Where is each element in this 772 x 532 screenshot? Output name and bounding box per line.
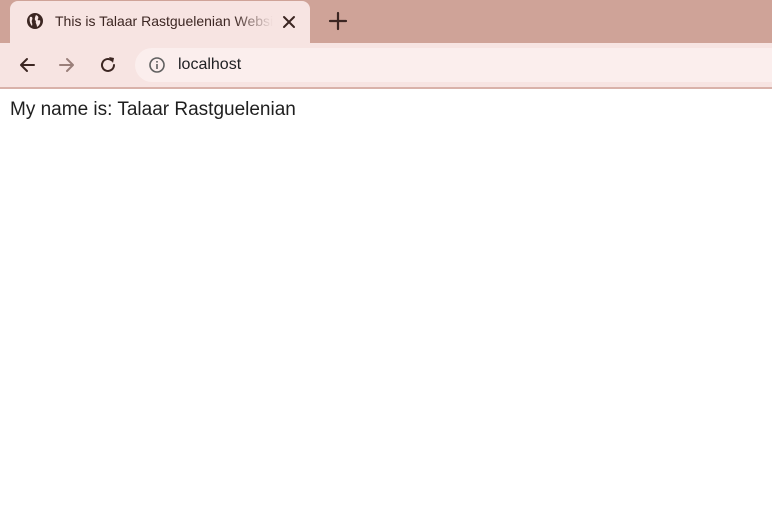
url-text[interactable]: localhost [178, 56, 241, 74]
page-body-text: My name is: Talaar Rastguelenian [10, 99, 296, 120]
plus-icon[interactable] [325, 8, 351, 34]
browser-toolbar: localhost [0, 43, 772, 89]
reload-icon[interactable] [97, 54, 119, 76]
back-arrow-icon[interactable] [16, 54, 38, 76]
close-icon[interactable] [280, 13, 298, 31]
active-tab[interactable]: This is Talaar Rastguelenian Website [10, 1, 310, 43]
globe-icon [27, 13, 43, 29]
info-icon[interactable] [148, 56, 166, 74]
tab-strip: This is Talaar Rastguelenian Website [0, 0, 772, 43]
address-bar[interactable]: localhost [135, 48, 772, 82]
tab-title: This is Talaar Rastguelenian Website [55, 13, 273, 29]
forward-arrow-icon[interactable] [56, 54, 78, 76]
